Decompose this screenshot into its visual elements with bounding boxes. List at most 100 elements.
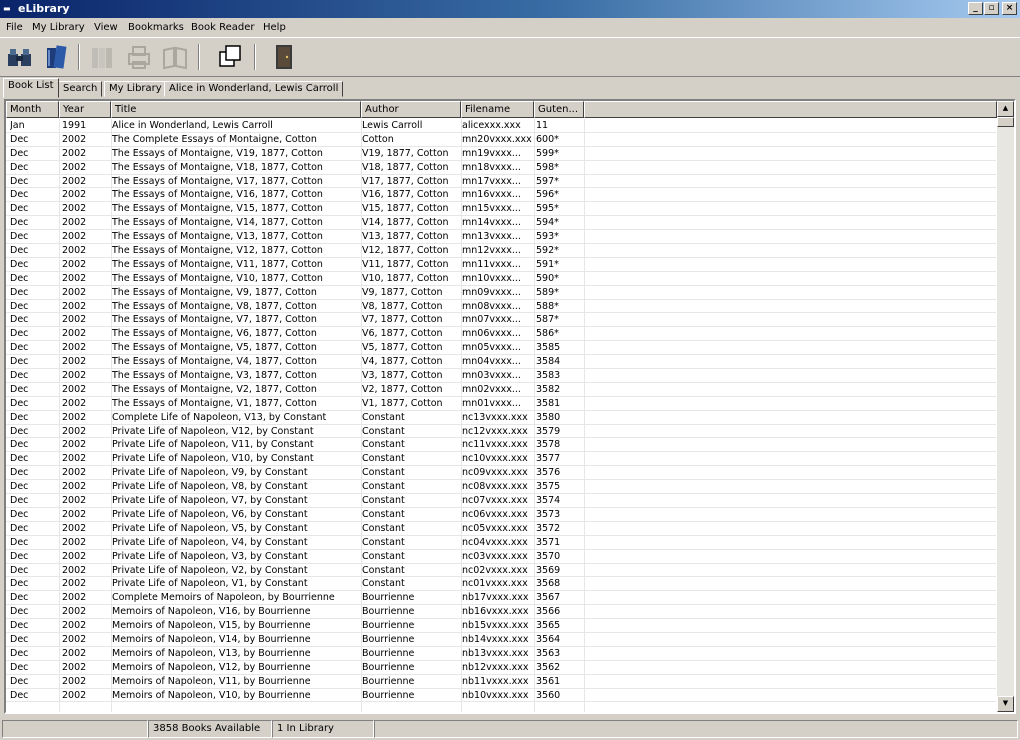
books-available-status: 3858 Books Available [148, 720, 272, 738]
cell-filename: nc13vxxx.xxx [462, 411, 528, 423]
table-row[interactable]: Dec 2002 Private Life of Napoleon, V10, by… [6, 452, 996, 467]
exit-door-icon[interactable] [270, 42, 300, 72]
table-row[interactable]: Dec 2002 The Essays of Montaigne, V4, 1877… [6, 355, 996, 370]
table-row[interactable]: Dec 2002 The Complete Essays of Montaigne,… [6, 133, 996, 147]
table-row[interactable]: Dec 2002 Memoirs of Napoleon, V12, by Bour… [6, 661, 996, 675]
table-row[interactable]: Dec 2002 Memoirs of Napoleon, V10, by Bour… [6, 689, 996, 703]
open-book-icon[interactable] [160, 42, 190, 72]
minimize-button[interactable]: _ [968, 2, 983, 15]
vertical-scrollbar[interactable]: ▲ ▼ [997, 101, 1014, 712]
table-row[interactable]: Dec 2002 Memoirs of Napoleon, V13, by Bour… [6, 647, 996, 661]
table-row[interactable]: Dec 2002 The Essays of Montaigne, V5, 1877… [6, 341, 996, 356]
table-row[interactable]: Dec 2002 The Essays of Montaigne, V8, 1877… [6, 300, 996, 314]
table-row[interactable]: Dec 2002 The Essays of Montaigne, V3, 1877… [6, 369, 996, 383]
binoculars-icon[interactable] [5, 42, 35, 72]
table-row[interactable]: Dec 2002 Private Life of Napoleon, V9, by … [6, 466, 996, 481]
table-row[interactable]: Dec 2002 Private Life of Napoleon, V1, by … [6, 577, 996, 592]
table-row[interactable]: Dec 2002 Private Life of Napoleon, V12, by… [6, 425, 996, 439]
tab-search[interactable]: Search [58, 81, 103, 97]
menu-help[interactable]: Help [263, 22, 286, 33]
table-row[interactable]: Dec 2002 Memoirs of Napoleon, V16, by Bour… [6, 605, 996, 620]
table-row[interactable]: Dec 2002 The Essays of Montaigne, V18, 187… [6, 161, 996, 175]
cell-gutenberg: 600* [536, 133, 559, 145]
table-row[interactable]: Dec 2002 The Essays of Montaigne, V15, 187… [6, 202, 996, 217]
close-button[interactable]: × [1002, 2, 1017, 15]
cell-filename: nc01vxxx.xxx [462, 578, 528, 590]
table-row[interactable]: Dec 2002 The Essays of Montaigne, V12, 187… [6, 244, 996, 258]
cell-month: Dec [10, 536, 29, 548]
cell-year: 2002 [62, 189, 87, 201]
cell-filename: nb11vxxx.xxx [462, 675, 529, 687]
menu-my-library[interactable]: My Library [32, 22, 85, 33]
table-row[interactable]: Dec 2002 The Essays of Montaigne, V2, 1877… [6, 383, 996, 397]
table-row[interactable]: Dec 2002 Private Life of Napoleon, V8, by … [6, 480, 996, 495]
cell-title: The Essays of Montaigne, V9, 1877, Cotto… [112, 286, 317, 298]
column-header-filename[interactable]: Filename [461, 101, 534, 118]
menu-view[interactable]: View [94, 22, 118, 33]
status-panel-blank [374, 720, 1018, 738]
column-header-year[interactable]: Year [59, 101, 111, 118]
table-row[interactable]: Dec 2002 The Essays of Montaigne, V19, 187… [6, 147, 996, 161]
table-row[interactable]: Dec 2002 Private Life of Napoleon, V5, by … [6, 522, 996, 536]
table-row[interactable]: Dec 2002 The Essays of Montaigne, V14, 187… [6, 216, 996, 231]
print-icon[interactable] [124, 42, 154, 72]
table-row[interactable]: Jan 1991 Alice in Wonderland, Lewis Carrol… [6, 119, 996, 133]
table-row[interactable]: Dec 2002 Private Life of Napoleon, V2, by … [6, 564, 996, 578]
cell-month: Dec [10, 578, 29, 590]
menu-book-reader[interactable]: Book Reader [191, 22, 254, 33]
column-header-title[interactable]: Title [111, 101, 361, 118]
table-row[interactable]: Dec 2002 The Essays of Montaigne, V13, 187… [6, 230, 996, 245]
app-icon[interactable]: ▬ [3, 5, 17, 13]
cell-author: V4, 1877, Cotton [362, 356, 443, 368]
table-row[interactable]: Dec 2002 The Essays of Montaigne, V7, 1877… [6, 313, 996, 328]
column-header-author[interactable]: Author [361, 101, 461, 118]
table-row[interactable]: Dec 2002 The Essays of Montaigne, V16, 187… [6, 188, 996, 203]
table-row[interactable]: Dec 2002 Memoirs of Napoleon, V14, by Bour… [6, 633, 996, 647]
table-row[interactable]: Dec 2002 Memoirs of Napoleon, V15, by Bour… [6, 619, 996, 633]
scroll-down-button[interactable]: ▼ [997, 696, 1014, 712]
cell-year: 2002 [62, 328, 87, 340]
cell-title: Private Life of Napoleon, V2, by Constan… [112, 564, 308, 576]
column-header-month[interactable]: Month [6, 101, 59, 118]
tab-book-list[interactable]: Book List [3, 78, 59, 98]
book-list-view[interactable]: Month Year Title Author Filename Guten..… [4, 99, 1016, 714]
table-row[interactable]: Dec 2002 The Essays of Montaigne, V17, 187… [6, 175, 996, 189]
cell-author: Bourrienne [362, 606, 415, 618]
cell-gutenberg: 595* [536, 203, 559, 215]
scroll-up-button[interactable]: ▲ [997, 101, 1014, 117]
table-row[interactable]: Dec 2002 Private Life of Napoleon, V7, by … [6, 494, 996, 508]
copy-icon[interactable] [216, 42, 246, 72]
bookshelf-icon[interactable] [88, 42, 118, 72]
menu-file[interactable]: File [6, 22, 23, 33]
table-row[interactable]: Dec 2002 The Essays of Montaigne, V1, 1877… [6, 397, 996, 411]
tab-alice-in-wonderland[interactable]: Alice in Wonderland, Lewis Carroll [164, 81, 344, 97]
table-row[interactable]: Dec 2002 The Essays of Montaigne, V9, 1877… [6, 286, 996, 300]
table-row[interactable]: Dec 2002 Private Life of Napoleon, V11, by… [6, 438, 996, 453]
table-row[interactable]: Dec 2002 The Essays of Montaigne, V11, 187… [6, 258, 996, 272]
table-row[interactable]: Dec 2002 Complete Memoirs of Napoleon, by … [6, 591, 996, 606]
table-row[interactable]: Dec 2002 Complete Life of Napoleon, V13, b… [6, 411, 996, 425]
cell-year: 2002 [62, 203, 87, 215]
cell-filename: nb15vxxx.xxx [462, 620, 529, 632]
table-row[interactable]: Dec 2002 Private Life of Napoleon, V6, by … [6, 508, 996, 522]
table-row[interactable]: Dec 2002 The Essays of Montaigne, V10, 187… [6, 272, 996, 286]
table-row[interactable]: Dec 2002 The Essays of Montaigne, V6, 1877… [6, 327, 996, 342]
maximize-button[interactable]: ▫ [984, 2, 999, 15]
cell-year: 2002 [62, 592, 87, 604]
menu-bookmarks[interactable]: Bookmarks [128, 22, 184, 33]
toolbar [0, 37, 1020, 77]
table-row[interactable]: Dec 2002 Private Life of Napoleon, V3, by … [6, 550, 996, 564]
table-row[interactable]: Dec 2002 Memoirs of Napoleon, V11, by Bour… [6, 675, 996, 689]
tab-my-library[interactable]: My Library [104, 81, 167, 97]
cell-filename: mn17vxxx... [462, 175, 521, 187]
column-header-gutenberg[interactable]: Guten... [534, 101, 584, 118]
cell-filename: mn16vxxx... [462, 189, 521, 201]
table-row[interactable]: Dec 2002 Private Life of Napoleon, V4, by … [6, 536, 996, 550]
cell-gutenberg: 593* [536, 231, 559, 243]
cell-gutenberg: 589* [536, 286, 559, 298]
cell-filename: mn10vxxx... [462, 272, 521, 284]
cell-filename: nc10vxxx.xxx [462, 453, 528, 465]
cell-gutenberg: 590* [536, 272, 559, 284]
scroll-thumb[interactable] [997, 117, 1014, 127]
books-icon[interactable] [42, 42, 72, 72]
